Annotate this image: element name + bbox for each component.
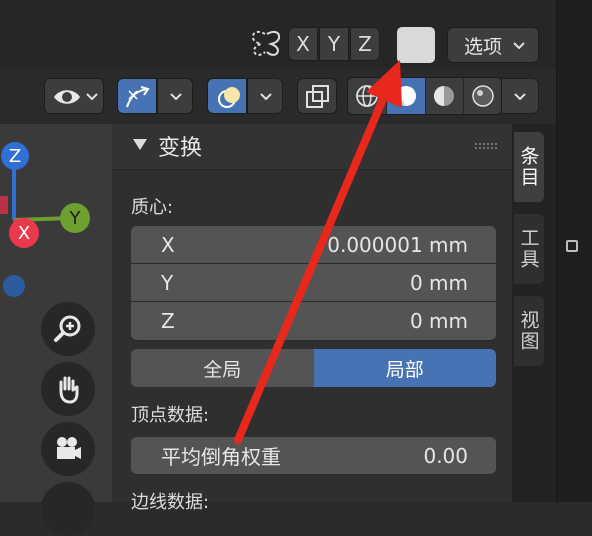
annotation-arrow xyxy=(234,60,402,444)
